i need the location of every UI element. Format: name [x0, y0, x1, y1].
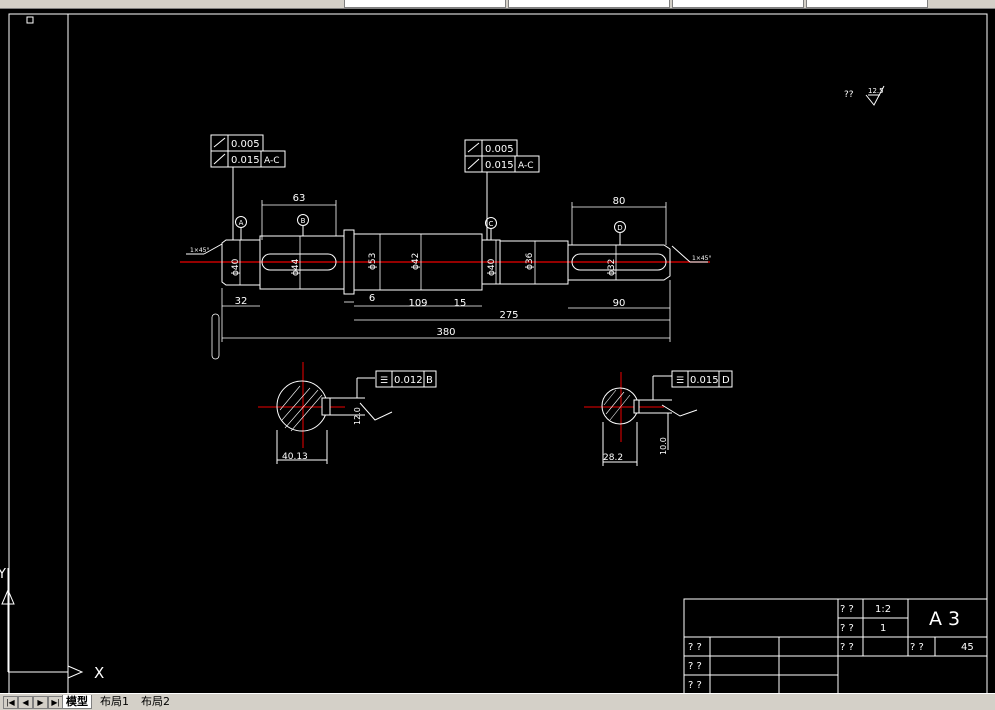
svg-text:28.2: 28.2: [603, 453, 623, 463]
dia-36: ϕ36: [525, 252, 535, 270]
svg-text:1×45°: 1×45°: [692, 255, 711, 262]
sheet-outer-border: [8, 13, 988, 695]
diameter-texts: ϕ40 ϕ44 ϕ53 ϕ42 ϕ40 ϕ36 ϕ32: [231, 252, 617, 276]
corner-marker: [26, 16, 34, 24]
next-tab-button[interactable]: ▶: [33, 696, 48, 709]
chamfer-left: 1×45°: [186, 243, 223, 255]
drawing-canvas[interactable]: Y X ?? 12.5 63 80 32 6 109 15 275 90 380…: [0, 9, 995, 695]
svg-text:A-C: A-C: [518, 161, 534, 171]
material-value: 45: [961, 642, 974, 653]
tab-layout2[interactable]: 布局2: [138, 695, 173, 708]
dim-32: 32: [235, 296, 248, 307]
datum-c: C: [489, 220, 494, 228]
dim-380: 380: [436, 327, 455, 338]
dia-53: ϕ53: [368, 253, 378, 270]
svg-text:12.5: 12.5: [868, 87, 884, 95]
layout-tab-bar: |◀ ◀ ▶ ▶| 模型 布局1 布局2: [0, 693, 995, 710]
svg-text:1×45°: 1×45°: [190, 247, 209, 254]
svg-text:0.012: 0.012: [394, 375, 423, 386]
lineweight-dropdown[interactable]: [806, 0, 928, 8]
layer-dropdown[interactable]: [344, 0, 506, 8]
row-label-2: ? ?: [688, 661, 702, 672]
weight-label: ? ?: [840, 642, 854, 653]
dim-90: 90: [613, 298, 626, 309]
first-tab-button[interactable]: |◀: [3, 696, 18, 709]
svg-text:0.015: 0.015: [690, 375, 719, 386]
svg-text:0.005: 0.005: [231, 139, 260, 150]
section-view-right: ☰ 0.015 D 28.2 10.0: [584, 370, 733, 466]
svg-text:10.0: 10.0: [659, 437, 668, 455]
svg-text:12.0: 12.0: [353, 407, 362, 425]
datum-b: B: [301, 217, 306, 225]
row-label-3: ? ?: [688, 680, 702, 691]
svg-text:0.005: 0.005: [485, 144, 514, 155]
ucs-icon: Y X: [0, 567, 104, 682]
toolbar-strip: [0, 0, 995, 9]
svg-text:40.13: 40.13: [282, 452, 308, 462]
chamfer-right: 1×45°: [671, 245, 711, 263]
svg-text:☰: ☰: [380, 376, 388, 386]
dia-40a: ϕ40: [231, 258, 241, 276]
last-tab-button[interactable]: ▶|: [48, 696, 63, 709]
dia-42: ϕ42: [411, 253, 421, 270]
dim-275: 275: [499, 310, 518, 321]
svg-text:A-C: A-C: [264, 156, 280, 166]
dia-40b: ϕ40: [487, 258, 497, 276]
svg-text:0.015: 0.015: [231, 155, 260, 166]
tolerance-frame-left: 0.005 0.015 A-C: [210, 134, 286, 240]
svg-text:D: D: [722, 375, 730, 386]
datum-d: D: [617, 224, 622, 232]
qty-label: ? ?: [840, 623, 854, 634]
dim-109: 109: [408, 298, 427, 309]
dim-6: 6: [369, 293, 375, 304]
svg-text:☰: ☰: [676, 376, 684, 386]
prev-tab-button[interactable]: ◀: [18, 696, 33, 709]
material-label: ? ?: [910, 642, 924, 653]
dim-15: 15: [454, 298, 467, 309]
qty-value: 1: [880, 623, 886, 634]
linetype-dropdown[interactable]: [672, 0, 804, 8]
sheet-size: A 3: [929, 608, 960, 630]
tab-layout1[interactable]: 布局1: [97, 695, 132, 708]
dia-44: ϕ44: [291, 258, 301, 276]
scale-label: ? ?: [840, 604, 854, 615]
tab-model[interactable]: 模型: [62, 695, 92, 709]
svg-text:??: ??: [844, 90, 854, 100]
dim-63: 63: [293, 193, 306, 204]
section-view-left: ☰ 0.012 B 40.13 12.0: [258, 362, 437, 464]
scale-value: 1:2: [875, 604, 891, 615]
dim-80: 80: [613, 196, 626, 207]
datum-markers: [235, 214, 626, 245]
dia-32: ϕ32: [607, 259, 617, 276]
sheet-inner-border: [67, 13, 988, 695]
svg-text:B: B: [426, 375, 433, 386]
color-dropdown[interactable]: [508, 0, 670, 8]
ucs-x-label: X: [94, 664, 104, 682]
ucs-y-label: Y: [0, 567, 6, 582]
tolerance-frame-mid: 0.005 0.015 A-C: [464, 139, 540, 240]
svg-text:0.015: 0.015: [485, 160, 514, 171]
roughness-note: ?? 12.5: [844, 85, 885, 106]
row-label-1: ? ?: [688, 642, 702, 653]
datum-a: A: [239, 219, 244, 227]
